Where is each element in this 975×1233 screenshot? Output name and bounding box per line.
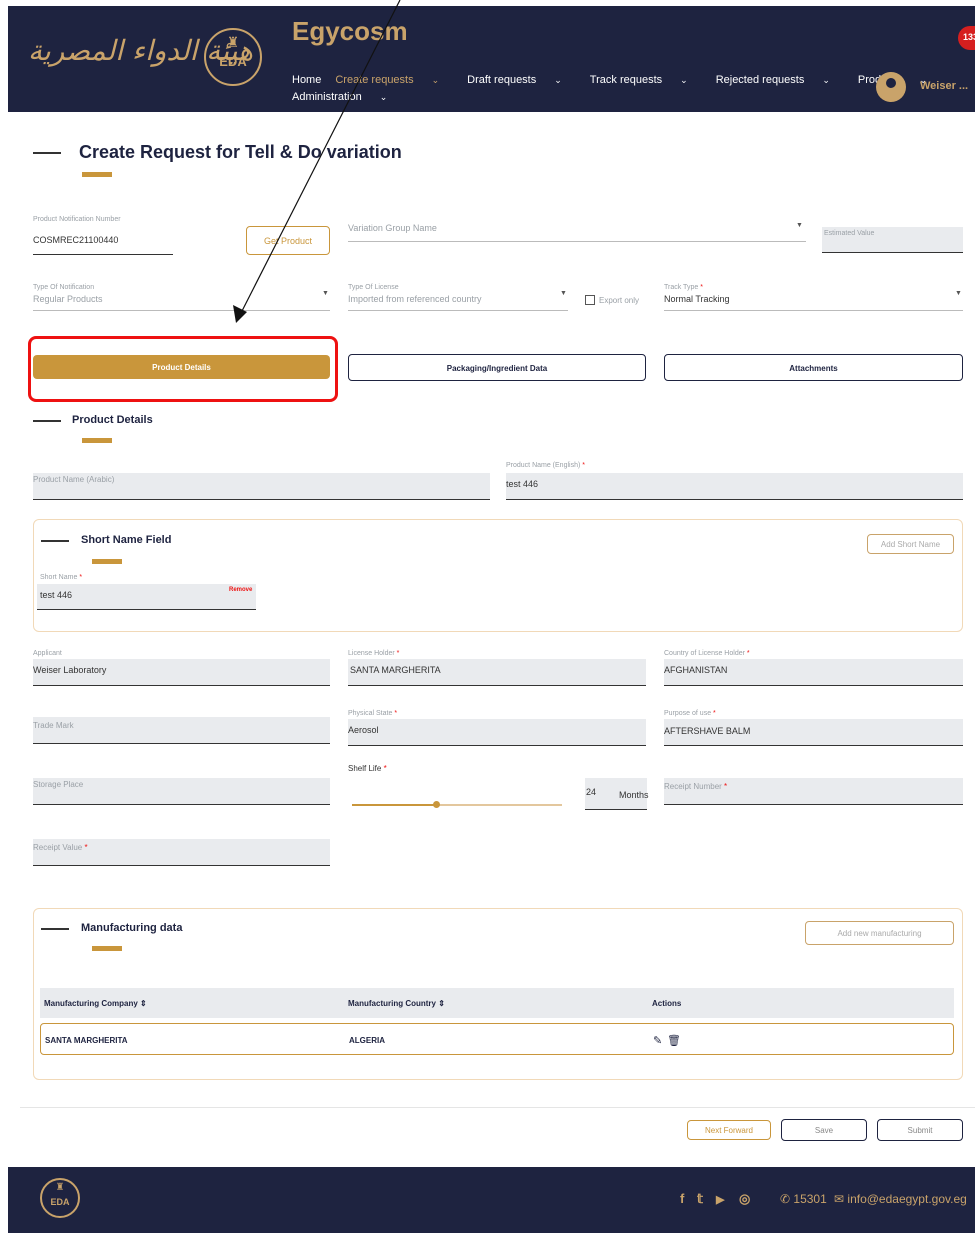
section-title-product-details: Product Details	[72, 414, 153, 426]
physical-state-field[interactable]	[348, 719, 646, 746]
track-type-select[interactable]: Normal Tracking	[664, 294, 730, 304]
highlight-box	[28, 336, 338, 402]
nav-administration[interactable]: Administration ⌄	[292, 91, 401, 103]
purpose-label: Purpose of use *	[664, 710, 716, 717]
save-button[interactable]: Save	[781, 1119, 867, 1141]
footer-emblem-logo: ♜ EDA	[40, 1178, 80, 1218]
field-underline	[348, 310, 568, 311]
cell-company: SANTA MARGHERITA	[45, 1036, 128, 1045]
caret-down-icon: ▼	[955, 290, 962, 297]
user-name[interactable]: Weiser ...	[920, 80, 968, 92]
chevron-down-icon: ⌄	[379, 92, 388, 102]
youtube-icon[interactable]: ▶	[716, 1193, 724, 1206]
section-dash	[41, 540, 69, 542]
main-nav: Home Create requests ⌄ Draft requests ⌄ Track…	[292, 72, 927, 106]
next-forward-button[interactable]: Next Forward	[687, 1120, 771, 1140]
cell-country: ALGERIA	[349, 1036, 385, 1045]
nav-create-requests[interactable]: Create requests ⌄	[335, 74, 453, 86]
tab-attachments[interactable]: Attachments	[664, 354, 963, 381]
license-holder-label: License Holder *	[348, 650, 400, 657]
facebook-icon[interactable]: f	[680, 1191, 684, 1206]
short-name-label: Short Name *	[40, 574, 83, 581]
section-dash	[33, 420, 61, 422]
variation-group-select[interactable]: Variation Group Name	[348, 223, 437, 233]
eagle-icon: ♜	[226, 34, 240, 50]
delete-icon[interactable]: 🗑	[667, 1034, 681, 1047]
caret-down-icon: ▼	[322, 290, 329, 297]
notification-badge[interactable]: 133	[958, 26, 975, 50]
footer-email[interactable]: ✉ info@edaegypt.gov.eg	[834, 1192, 967, 1206]
export-only-label: Export only	[599, 296, 640, 305]
section-underline	[92, 559, 122, 564]
short-name-card	[33, 519, 963, 632]
divider	[20, 1107, 975, 1108]
column-header-actions: Actions	[652, 999, 682, 1008]
export-only-checkbox[interactable]	[585, 295, 595, 305]
section-underline	[82, 438, 112, 443]
track-type-label: Track Type *	[664, 284, 703, 291]
shelf-life-unit: Months	[619, 790, 649, 800]
nav-draft-requests[interactable]: Draft requests ⌄	[467, 74, 576, 86]
field-underline	[33, 254, 173, 255]
add-short-name-button[interactable]: Add Short Name	[867, 534, 954, 554]
table-row: SANTA MARGHERITA ALGERIA ✎ 🗑	[40, 1023, 954, 1055]
chevron-down-icon: ⌄	[431, 75, 440, 85]
footer-phone[interactable]: ✆ 15301	[780, 1192, 827, 1206]
field-underline	[348, 241, 806, 242]
instagram-icon[interactable]: ◎	[739, 1191, 750, 1207]
twitter-icon[interactable]: 𝕥	[697, 1191, 703, 1207]
page: هيئة الدواء المصرية ♜ EDA Egycosm Home Cr…	[0, 0, 975, 1233]
field-underline	[664, 310, 963, 311]
chevron-down-icon: ⌄	[822, 75, 830, 85]
country-label: Country of License Holder *	[664, 650, 750, 657]
title-underline	[82, 172, 112, 177]
type-of-license-label: Type Of License	[348, 284, 399, 291]
nav-track-requests[interactable]: Track requests ⌄	[590, 74, 702, 86]
column-header-country[interactable]: Manufacturing Country ⇕	[348, 999, 445, 1008]
applicant-label: Applicant	[33, 650, 62, 657]
type-of-license-select[interactable]: Imported from referenced country	[348, 294, 482, 304]
submit-button[interactable]: Submit	[877, 1119, 963, 1141]
type-of-notification-select[interactable]: Regular Products	[33, 294, 103, 304]
physical-state-label: Physical State *	[348, 710, 398, 717]
product-notification-field[interactable]: COSMREC21100440	[33, 235, 118, 245]
nav-rejected-requests[interactable]: Rejected requests ⌄	[716, 74, 844, 86]
page-title: Create Request for Tell & Do variation	[79, 142, 402, 162]
trade-mark-field[interactable]	[33, 717, 330, 744]
product-notification-label: Product Notification Number	[33, 216, 121, 223]
section-dash	[41, 928, 69, 930]
product-name-english-label: Product Name (English) *	[506, 462, 585, 469]
top-header: هيئة الدواء المصرية ♜ EDA Egycosm Home Cr…	[8, 6, 975, 112]
caret-down-icon: ▼	[796, 222, 803, 229]
tab-packaging-ingredient-data[interactable]: Packaging/Ingredient Data	[348, 354, 646, 381]
column-header-company[interactable]: Manufacturing Company ⇕	[44, 999, 147, 1008]
nav-home[interactable]: Home	[292, 74, 321, 86]
caret-down-icon: ▼	[560, 290, 567, 297]
table-header: Manufacturing Company ⇕ Manufacturing Co…	[40, 988, 954, 1018]
brand-title[interactable]: Egycosm	[292, 16, 408, 47]
get-product-button[interactable]: Get Product	[246, 226, 330, 255]
eda-emblem-logo: ♜ EDA	[204, 28, 262, 86]
phone-icon: ✆	[780, 1192, 791, 1206]
chevron-down-icon: ⌄	[680, 75, 688, 85]
type-of-notification-label: Type Of Notification	[33, 284, 95, 291]
section-title-manufacturing: Manufacturing data	[81, 922, 183, 934]
add-manufacturing-button[interactable]: Add new manufacturing	[805, 921, 954, 945]
section-title-short-name: Short Name Field	[81, 534, 172, 546]
footer: ♜ EDA f 𝕥 ▶ ◎ ✆ 15301 ✉ info@edaegypt.go…	[8, 1167, 975, 1233]
chevron-down-icon: ⌄	[554, 75, 562, 85]
section-underline	[92, 946, 122, 951]
product-name-english-field[interactable]	[506, 473, 963, 500]
field-underline	[33, 310, 330, 311]
edit-icon[interactable]: ✎	[653, 1034, 662, 1047]
eagle-icon: ♜	[55, 1182, 65, 1193]
mail-icon: ✉	[834, 1192, 845, 1206]
shelf-life-slider-handle[interactable]	[433, 801, 440, 808]
remove-short-name-link[interactable]: Remove	[229, 587, 252, 593]
title-dash	[33, 152, 61, 154]
shelf-life-slider-fill	[352, 804, 436, 806]
shelf-life-label: Shelf Life *	[348, 764, 387, 773]
user-avatar-icon[interactable]	[876, 72, 906, 102]
